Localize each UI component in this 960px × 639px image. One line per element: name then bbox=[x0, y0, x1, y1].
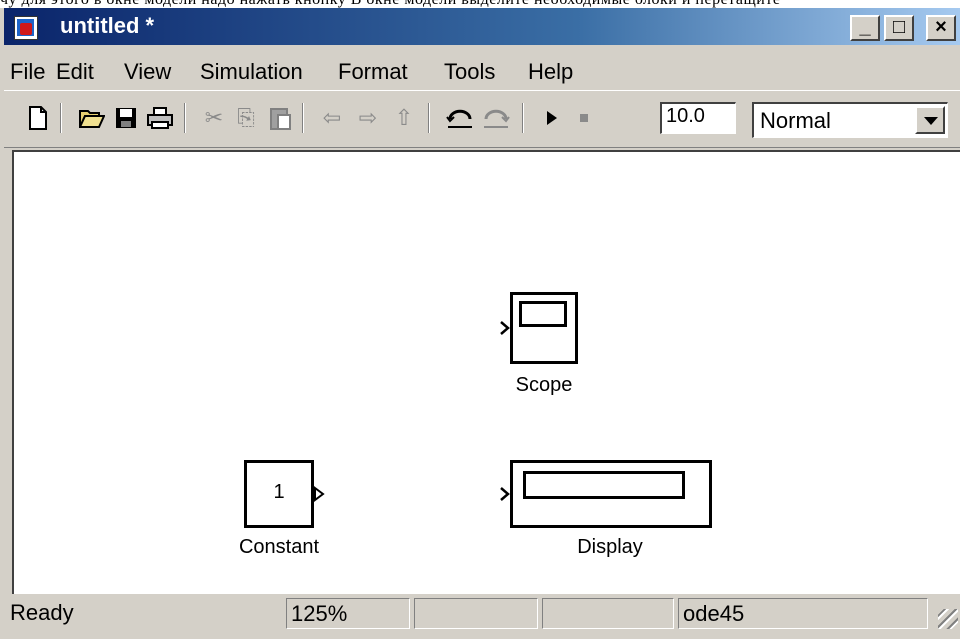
status-cell-empty bbox=[542, 598, 674, 629]
toolbar-separator bbox=[184, 103, 186, 133]
menu-tools[interactable]: Tools bbox=[444, 59, 495, 85]
save-icon[interactable] bbox=[112, 103, 140, 133]
window-title: untitled * bbox=[60, 13, 155, 38]
redo-icon[interactable] bbox=[482, 103, 510, 133]
play-icon[interactable] bbox=[538, 103, 566, 133]
arrow-right-icon[interactable]: ⇨ bbox=[354, 103, 382, 133]
menu-simulation[interactable]: Simulation bbox=[200, 59, 303, 85]
toolbar-separator bbox=[60, 103, 62, 133]
simulation-mode-select[interactable]: Normal bbox=[752, 102, 948, 138]
menu-bar: File Edit View Simulation Format Tools H… bbox=[4, 52, 960, 86]
constant-output-port[interactable] bbox=[314, 486, 326, 502]
arrow-left-icon[interactable]: ⇦ bbox=[318, 103, 346, 133]
cut-icon[interactable]: ✂ bbox=[200, 103, 228, 133]
copy-icon[interactable]: ⎘ bbox=[232, 103, 260, 133]
background-document-text: чу для этого в окне модели надо нажать к… bbox=[0, 0, 960, 8]
simulation-mode-value: Normal bbox=[760, 108, 831, 133]
toolbar-separator bbox=[428, 103, 430, 133]
maximize-button[interactable]: □ bbox=[884, 15, 914, 41]
arrow-up-icon[interactable]: ⇧ bbox=[390, 103, 418, 133]
model-canvas[interactable]: Scope 1 Constant Display bbox=[12, 150, 960, 594]
undo-icon[interactable] bbox=[446, 103, 474, 133]
status-cell-empty bbox=[414, 598, 538, 629]
close-icon: × bbox=[935, 16, 947, 38]
title-bar[interactable]: untitled * _ □ × bbox=[4, 8, 960, 45]
display-label[interactable]: Display bbox=[560, 536, 660, 559]
menu-format[interactable]: Format bbox=[338, 59, 408, 85]
print-icon[interactable] bbox=[146, 103, 174, 133]
toolbar-separator bbox=[302, 103, 304, 133]
minimize-icon: _ bbox=[859, 16, 871, 38]
new-document-icon[interactable] bbox=[24, 103, 52, 133]
model-window: untitled * _ □ × File Edit View Simulati… bbox=[0, 8, 960, 639]
display-input-port[interactable] bbox=[500, 486, 510, 502]
resize-grip-icon[interactable] bbox=[938, 609, 958, 629]
display-block[interactable] bbox=[510, 460, 712, 528]
chevron-down-icon[interactable] bbox=[915, 106, 945, 134]
zoom-level: 125% bbox=[286, 598, 410, 629]
minimize-button[interactable]: _ bbox=[850, 15, 880, 41]
scope-input-port[interactable] bbox=[500, 320, 510, 336]
scope-block[interactable] bbox=[510, 292, 578, 364]
status-bar: Ready 125% ode45 bbox=[4, 596, 960, 631]
constant-label[interactable]: Constant bbox=[224, 536, 334, 559]
constant-block[interactable]: 1 bbox=[244, 460, 314, 528]
constant-value: 1 bbox=[273, 481, 285, 503]
simulink-app-icon[interactable] bbox=[14, 16, 38, 40]
maximize-icon: □ bbox=[892, 16, 906, 38]
paste-icon[interactable] bbox=[266, 103, 294, 133]
open-folder-icon[interactable] bbox=[78, 103, 106, 133]
close-button[interactable]: × bbox=[926, 15, 956, 41]
scope-label[interactable]: Scope bbox=[494, 374, 594, 397]
stop-icon[interactable] bbox=[570, 103, 598, 133]
toolbar-separator bbox=[522, 103, 524, 133]
menu-help[interactable]: Help bbox=[528, 59, 573, 85]
stop-time-input[interactable]: 10.0 bbox=[660, 102, 736, 134]
solver-name: ode45 bbox=[678, 598, 928, 629]
status-text: Ready bbox=[10, 600, 74, 625]
menu-view[interactable]: View bbox=[124, 59, 171, 85]
display-readout bbox=[523, 471, 685, 499]
menu-file[interactable]: File bbox=[10, 59, 45, 85]
scope-screen bbox=[519, 301, 567, 327]
menu-edit[interactable]: Edit bbox=[56, 59, 94, 85]
